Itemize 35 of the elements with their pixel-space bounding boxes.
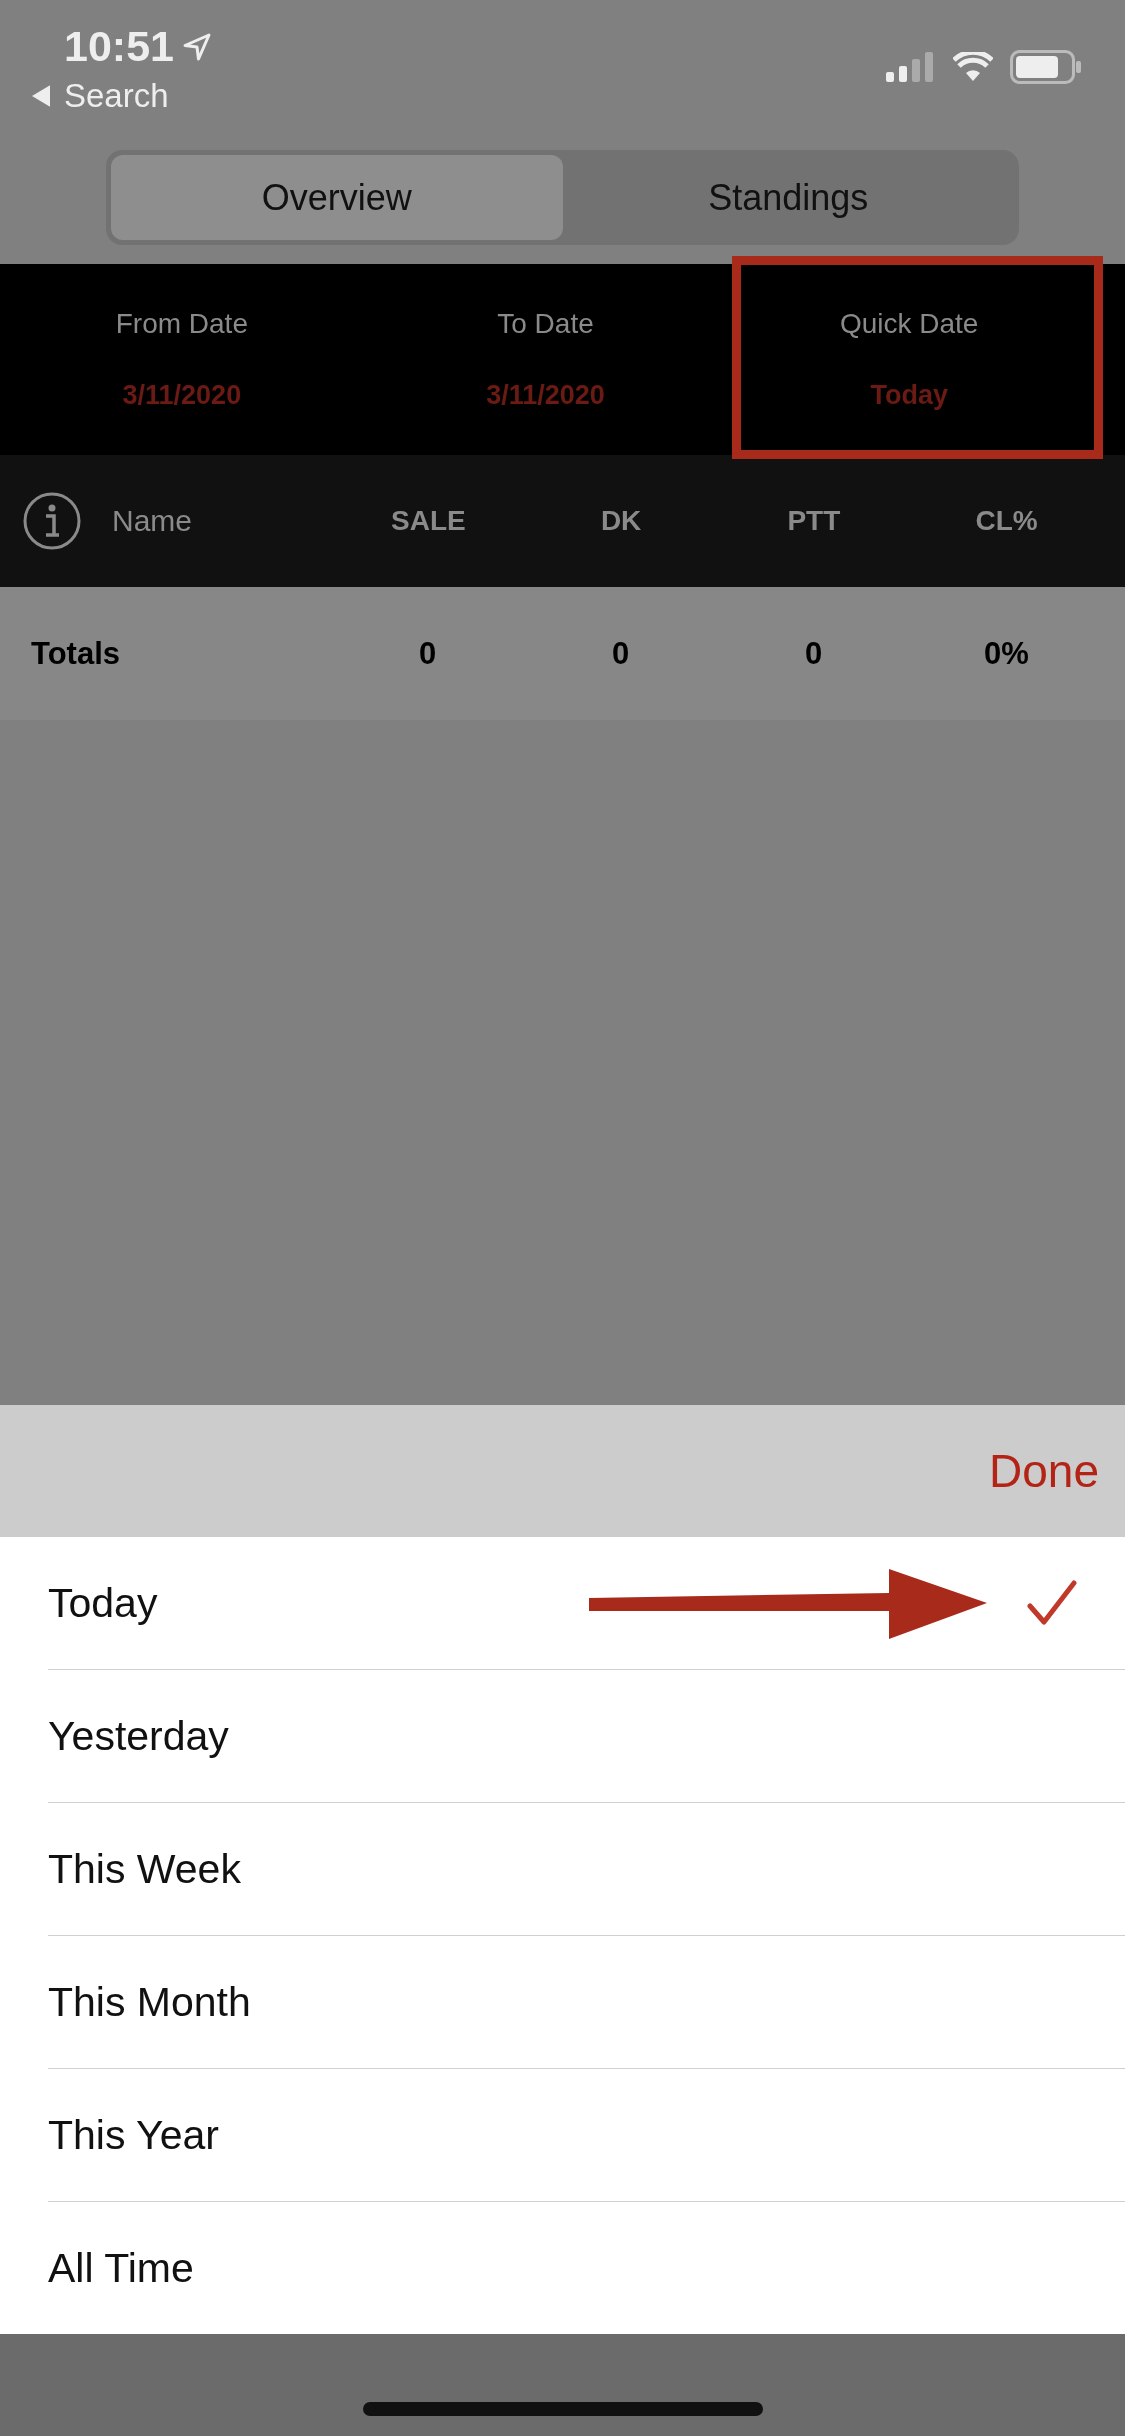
option-row[interactable]: Yesterday <box>48 1670 1125 1803</box>
date-label: Quick Date <box>839 308 979 340</box>
option-row[interactable]: This Week <box>48 1803 1125 1936</box>
totals-label: Totals <box>31 635 121 672</box>
column-header: CL% <box>974 505 1039 537</box>
option-label: This Year <box>48 2111 220 2159</box>
table-cell-text: 0% <box>983 635 1030 672</box>
option-label: This Month <box>48 1978 252 2026</box>
back-triangle-icon <box>32 85 50 107</box>
column-header: PTT <box>786 505 842 537</box>
segment-tab[interactable]: Standings <box>562 155 1014 240</box>
option-label: This Week <box>48 1845 242 1893</box>
table-cell-text: 0 <box>803 635 824 672</box>
back-link[interactable]: Search <box>30 71 212 115</box>
wifi-icon <box>953 52 993 82</box>
column-header: DK <box>599 505 643 537</box>
date-label: To Date <box>497 308 594 340</box>
option-label: Today <box>48 1579 159 1627</box>
option-row[interactable]: This Year <box>48 2069 1125 2202</box>
column-header: SALE <box>390 505 467 537</box>
date-label: From Date <box>115 308 248 340</box>
location-arrow-icon <box>182 31 212 62</box>
table-cell-text: 0 <box>417 635 438 672</box>
option-label: All Time <box>48 2244 195 2292</box>
option-row[interactable]: All Time <box>48 2202 1125 2334</box>
segment-tab[interactable]: Overview <box>111 155 563 240</box>
battery-icon <box>1009 50 1083 84</box>
option-row[interactable]: This Month <box>48 1936 1125 2069</box>
option-row[interactable]: Today <box>48 1537 1125 1670</box>
done-button[interactable]: Done <box>989 1444 1099 1498</box>
option-label: Yesterday <box>48 1712 230 1760</box>
column-header: Name <box>112 504 194 538</box>
table-cell-text: 0 <box>610 635 631 672</box>
info-icon[interactable] <box>22 491 82 551</box>
status-time: 10:51 <box>64 22 174 71</box>
